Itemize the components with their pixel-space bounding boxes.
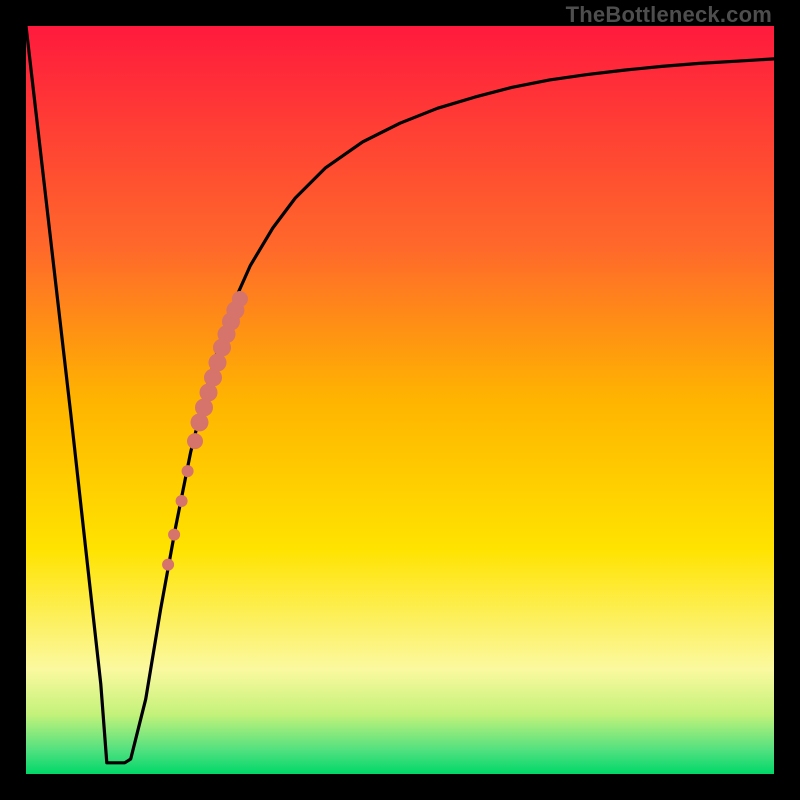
watermark-text: TheBottleneck.com: [566, 2, 772, 28]
data-dot: [162, 559, 174, 571]
gradient-background: [26, 26, 774, 774]
chart-svg: [26, 26, 774, 774]
data-dot: [232, 291, 248, 307]
data-dot: [182, 465, 194, 477]
data-dot: [168, 529, 180, 541]
plot-area: [26, 26, 774, 774]
data-dot: [187, 433, 203, 449]
data-dot: [176, 495, 188, 507]
chart-frame: TheBottleneck.com: [0, 0, 800, 800]
